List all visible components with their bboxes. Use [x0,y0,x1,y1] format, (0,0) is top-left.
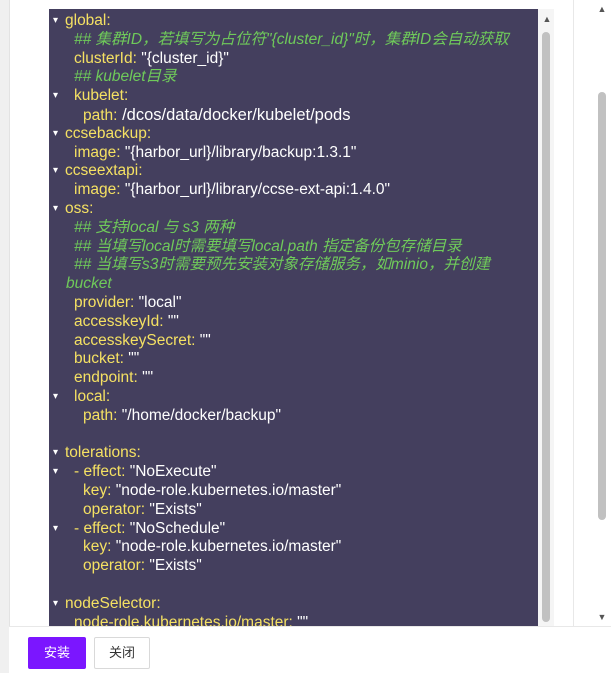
yaml-value: "{cluster_id}" [136,49,229,67]
yaml-value: "NoSchedule" [125,519,226,537]
code-line: ## 当填写s3时需要预先安装对象存储服务，如minio，并创建 [49,256,539,275]
yaml-key: node-role.kubernetes.io/master: [74,613,293,627]
yaml-editor[interactable]: ▾ global: ## 集群ID，若填写为占位符"{cluster_id}"时… [49,9,554,626]
yaml-value: "" [195,331,211,349]
yaml-key: - effect: [74,463,126,481]
code-line: provider: "local" [49,294,539,313]
yaml-value: "" [137,369,154,387]
code-line: ## 当填写local时需要填写local.path 指定备份包存储目录 [49,238,539,257]
code-line: accesskeySecret: "" [49,332,539,351]
yaml-key: global: [65,12,111,29]
code-line: ## kubelet目录 [49,68,539,87]
yaml-key: oss: [65,199,94,217]
yaml-value: "{harbor_url}/library/ccse-ext-api:1.4.0… [120,181,390,199]
yaml-key: provider: [74,293,135,311]
yaml-value: "node-role.kubernetes.io/master" [111,481,342,499]
yaml-key: image: [74,143,121,161]
code-line: key: "node-role.kubernetes.io/master" [49,482,539,501]
yaml-key: path: [83,106,118,124]
code-line: bucket [49,275,539,294]
yaml-comment: ## 集群ID，若填写为占位符"{cluster_id}"时，集群ID会自动获取 [74,30,509,48]
dialog-footer: 安装 关闭 [9,626,611,673]
outer-scrollbar-thumb[interactable] [598,92,606,520]
yaml-comment: ## 支持local 与 s3 两种 [74,218,235,236]
yaml-value: "node-role.kubernetes.io/master" [111,538,342,556]
yaml-key: bucket: [74,350,124,368]
code-line: ▾ oss: [49,200,539,219]
yaml-config-dialog: ▲ ▼ ▾ global: ## 集群ID，若填写为占位符"{cluster_i… [0,0,611,673]
close-button[interactable]: 关闭 [94,637,150,669]
code-line: ▾ - effect: "NoSchedule" [49,520,539,539]
code-line: image: "{harbor_url}/library/backup:1.3.… [49,144,539,163]
yaml-value: "local" [134,293,182,311]
yaml-key: accesskeySecret: [74,331,196,349]
code-line: ▾ local: [49,388,539,407]
code-line: clusterId: "{cluster_id}" [49,50,539,69]
yaml-key: ccseextapi: [65,162,143,180]
yaml-key: operator: [83,557,146,575]
yaml-key: kubelet: [74,87,129,105]
yaml-comment: bucket [66,275,112,293]
code-line: ▾ nodeSelector: [49,595,539,614]
code-line: bucket: "" [49,350,539,369]
yaml-value: "Exists" [145,557,202,575]
yaml-key: operator: [83,500,146,518]
install-button[interactable]: 安装 [28,637,86,669]
yaml-key: nodeSelector: [65,594,161,612]
yaml-key: key: [83,538,112,556]
left-backdrop [0,0,10,673]
yaml-key: path: [83,406,118,424]
yaml-key: endpoint: [74,369,138,387]
code-line: operator: "Exists" [49,557,539,576]
code-line: ▾ tolerations: [49,444,539,463]
editor-scrollbar-thumb[interactable] [542,32,550,622]
editor-scroll-up-icon[interactable]: ▲ [542,14,552,24]
yaml-key: - effect: [74,519,126,537]
yaml-key: accesskeyId: [74,312,164,330]
code-line: key: "node-role.kubernetes.io/master" [49,538,539,557]
code-line: operator: "Exists" [49,501,539,520]
yaml-key: clusterId: [74,49,137,67]
code-line: ## 集群ID，若填写为占位符"{cluster_id}"时，集群ID会自动获取 [49,31,539,50]
yaml-value: "" [123,350,140,368]
yaml-comment: ## kubelet目录 [74,68,177,86]
outer-scroll-down-icon[interactable]: ▼ [596,612,608,622]
code-line: ▾ kubelet: [49,87,539,106]
yaml-key: key: [83,481,112,499]
yaml-key: tolerations: [65,444,141,462]
outer-scroll-up-icon[interactable]: ▲ [596,4,608,14]
code-line: endpoint: "" [49,369,539,388]
code-line: accesskeyId: "" [49,313,539,332]
yaml-code: ▾ global: ## 集群ID，若填写为占位符"{cluster_id}"时… [49,12,539,626]
yaml-value: "Exists" [145,500,202,518]
code-line: ## 支持local 与 s3 两种 [49,219,539,238]
code-line: path: "/home/docker/backup" [49,407,539,426]
yaml-comment: ## 当填写local时需要填写local.path 指定备份包存储目录 [74,237,462,255]
yaml-value: "" [292,613,309,627]
yaml-comment: ## 当填写s3时需要预先安装对象存储服务，如minio，并创建 [74,256,490,274]
yaml-key: local: [74,387,111,405]
code-line: image: "{harbor_url}/library/ccse-ext-ap… [49,181,539,200]
code-line: ▾ - effect: "NoExecute" [49,463,539,482]
code-line: ▾ ccseextapi: [49,162,539,181]
code-line: ▾ global: [49,12,539,31]
yaml-key: image: [74,181,121,199]
yaml-key: ccsebackup: [65,124,152,142]
yaml-value: "/home/docker/backup" [117,406,281,424]
yaml-value: "" [163,312,179,330]
code-line: path: /dcos/data/docker/kubelet/pods [49,106,539,125]
yaml-value: /dcos/data/docker/kubelet/pods [117,105,351,124]
code-line: node-role.kubernetes.io/master: "" [49,614,539,627]
code-line: ▾ ccsebackup: [49,125,539,144]
yaml-value: "NoExecute" [125,463,217,481]
yaml-value: "{harbor_url}/library/backup:1.3.1" [120,143,357,161]
